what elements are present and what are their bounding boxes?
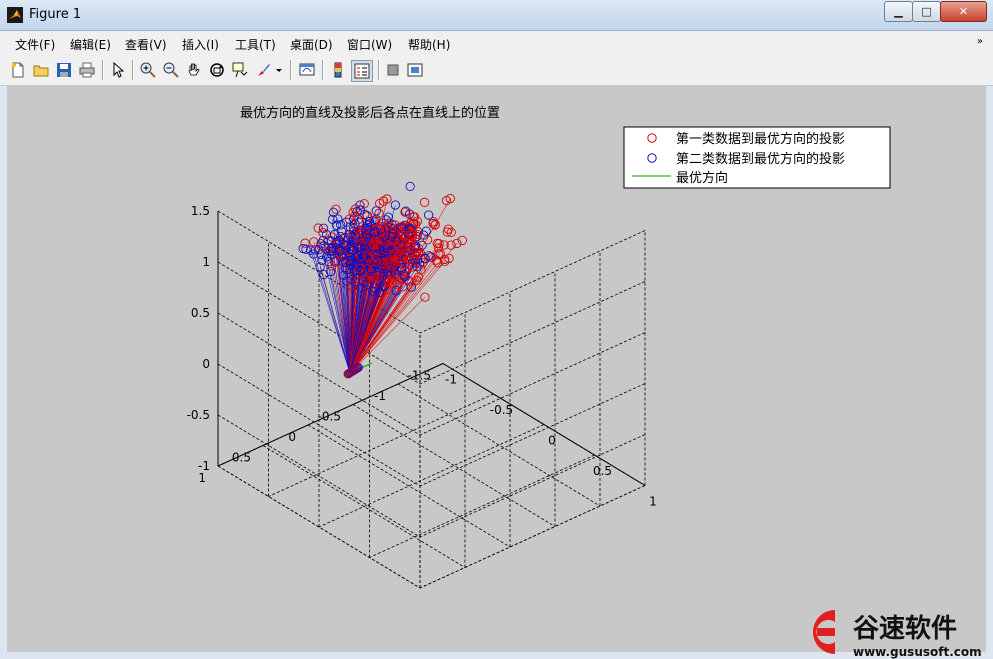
- gridline: [419, 281, 646, 385]
- z-tick-label: -1: [198, 459, 210, 473]
- x-tick-label: 1: [649, 495, 657, 509]
- edit-plot-arrow-icon[interactable]: [108, 60, 128, 80]
- watermark-url: www.gususoft.com: [853, 645, 982, 659]
- legend-label-class2: 第二类数据到最优方向的投影: [676, 151, 845, 167]
- title-bar[interactable]: Figure 1 ▁ □ ✕: [0, 0, 993, 31]
- zoom-out-icon[interactable]: [161, 60, 181, 80]
- x-axis-line: [442, 363, 646, 486]
- menu-window[interactable]: 窗口(W): [347, 36, 392, 53]
- close-button[interactable]: ✕: [940, 1, 987, 22]
- y-tick-label: -0.5: [318, 410, 341, 424]
- figure-canvas[interactable]: -1 -0.5 0 0.5 1 -1.5 -1 -0.5 0 0.5 1 -1 -0.5 0 0.5 1 1.5…: [7, 86, 986, 652]
- z-tick-label: 1.5: [191, 204, 210, 218]
- gridline: [419, 485, 646, 589]
- save-icon[interactable]: [54, 60, 74, 80]
- window-title: Figure 1: [29, 7, 82, 22]
- gridline: [307, 424, 511, 548]
- pan-hand-icon[interactable]: [184, 60, 204, 80]
- data-cursor-icon[interactable]: [230, 60, 250, 80]
- x-tick-label: 0: [548, 434, 556, 448]
- y-tick-label: 0: [288, 430, 296, 444]
- x-tick-label: -0.5: [490, 403, 513, 417]
- show-plot-tools-icon[interactable]: [405, 60, 425, 80]
- class2-point: [424, 210, 434, 220]
- brush-icon[interactable]: [253, 60, 273, 80]
- figure-window: Figure 1 ▁ □ ✕ 文件(F) 编辑(E) 查看(V) 插入(I) 工…: [0, 0, 993, 659]
- gridline: [369, 454, 595, 558]
- z-tick-label: 0.5: [191, 306, 210, 320]
- class1-point: [419, 197, 430, 207]
- gridline: [419, 434, 646, 538]
- watermark-brand: 谷速软件: [853, 614, 957, 644]
- menu-overflow-icon[interactable]: »: [977, 36, 983, 47]
- menu-help[interactable]: 帮助(H): [408, 36, 450, 53]
- zoom-in-icon[interactable]: [138, 60, 158, 80]
- menu-insert[interactable]: 插入(I): [182, 36, 219, 53]
- z-tick-label: 0: [202, 357, 210, 371]
- menu-edit[interactable]: 编辑(E): [70, 36, 111, 53]
- z-tick-label: -0.5: [187, 408, 210, 422]
- class1-point: [313, 223, 323, 233]
- legend-label-direction: 最优方向: [676, 170, 728, 186]
- brush-dropdown-icon[interactable]: [274, 60, 284, 80]
- hide-plot-tools-icon[interactable]: [383, 60, 403, 80]
- legend-icon[interactable]: [351, 60, 373, 82]
- menu-desktop[interactable]: 桌面(D): [290, 36, 333, 53]
- x-tick-label: -1: [445, 373, 457, 387]
- maximize-button[interactable]: □: [912, 1, 941, 22]
- open-file-icon[interactable]: [31, 60, 51, 80]
- y-tick-label: -1.5: [408, 369, 431, 383]
- x-tick-label: 0.5: [593, 464, 612, 478]
- y-tick-label: -1: [374, 389, 386, 403]
- menu-tools[interactable]: 工具(T): [235, 36, 276, 53]
- figure-toolbar: [0, 56, 993, 86]
- gridline: [217, 363, 421, 487]
- gridline: [268, 393, 494, 497]
- legend-label-class1: 第一类数据到最优方向的投影: [676, 131, 845, 147]
- class2-point: [371, 206, 381, 216]
- class2-point: [306, 245, 316, 255]
- gridline: [262, 445, 466, 568]
- z-tick-label: 1: [202, 255, 210, 269]
- gridline: [352, 404, 556, 527]
- legend[interactable]: 第一类数据到最优方向的投影 第二类数据到最优方向的投影 最优方向: [623, 126, 891, 189]
- watermark-logo: 谷速软件 www.gususoft.com: [813, 610, 982, 659]
- menu-file[interactable]: 文件(F): [15, 36, 55, 53]
- chart-title: 最优方向的直线及投影后各点在直线上的位置: [240, 105, 500, 121]
- print-icon[interactable]: [77, 60, 97, 80]
- new-figure-icon[interactable]: [8, 60, 28, 80]
- colorbar-icon[interactable]: [328, 60, 348, 80]
- axes-3d[interactable]: -1-0.500.51-1.5-1-0.500.51-1-0.500.511.5…: [7, 86, 986, 652]
- menu-bar: 文件(F) 编辑(E) 查看(V) 插入(I) 工具(T) 桌面(D) 窗口(W…: [0, 31, 993, 55]
- gridline: [217, 414, 421, 538]
- rotate-3d-icon[interactable]: [207, 60, 227, 80]
- link-plot-icon[interactable]: [297, 60, 317, 80]
- y-tick-label: 0.5: [232, 451, 251, 465]
- class2-point: [405, 181, 415, 192]
- matlab-logo-icon: [7, 7, 23, 23]
- class1-point: [300, 238, 310, 248]
- minimize-button[interactable]: ▁: [884, 1, 913, 22]
- menu-view[interactable]: 查看(V): [125, 36, 167, 53]
- y-tick-label: 1: [198, 471, 206, 485]
